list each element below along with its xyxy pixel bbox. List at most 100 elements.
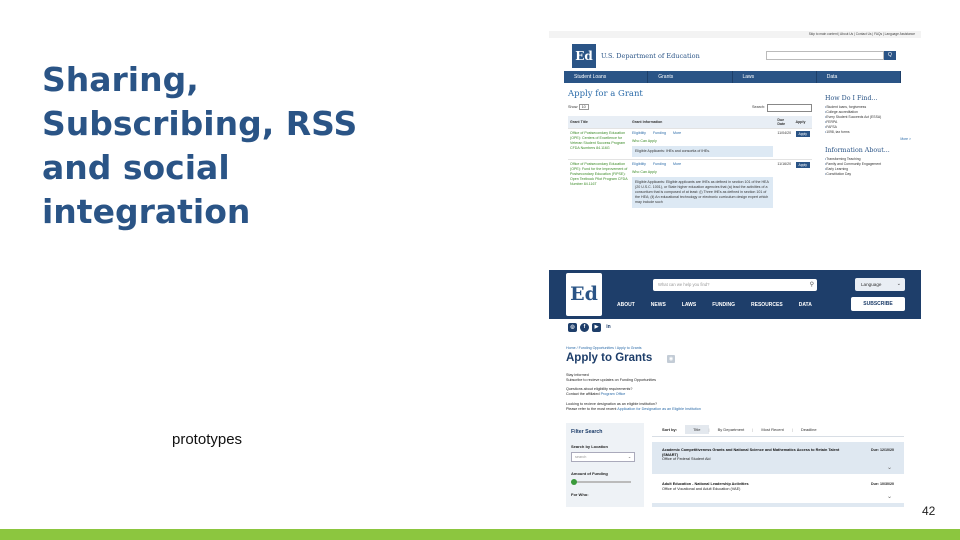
information-about-heading: Information About... <box>825 147 890 154</box>
col-apply: Apply <box>793 116 812 129</box>
facebook-icon[interactable]: f <box>580 323 589 332</box>
site-search-input[interactable]: What can we help you find? ⚲ <box>653 279 817 291</box>
site-search-input[interactable] <box>766 51 884 60</box>
subscribe-button[interactable]: SUBSCRIBE <box>851 297 905 311</box>
social-links: ◎ f ▶ in <box>568 323 616 332</box>
youtube-icon[interactable]: ▶ <box>592 323 601 332</box>
show-entries[interactable]: Show 10 <box>568 104 589 110</box>
nav-item-student-loans[interactable]: Student Loans <box>564 71 649 83</box>
chevron-down-icon: ⌄ <box>896 281 901 287</box>
nav-item-news[interactable]: NEWS <box>651 300 666 310</box>
sort-option-deadline[interactable]: Deadline <box>793 425 825 434</box>
col-due-date[interactable]: Due Date <box>775 116 794 129</box>
stay-informed: Stay informed Subscribe to recieve updat… <box>566 373 866 383</box>
program-office-link[interactable]: Program Office <box>601 392 626 396</box>
grant-title-link[interactable]: Office of Postsecondary Education (OPE):… <box>568 159 630 210</box>
nav-item-data[interactable]: Data <box>817 71 901 83</box>
language-select[interactable]: Language ⌄ <box>855 278 905 291</box>
search-placeholder: What can we help you find? <box>658 282 710 287</box>
eligibility-questions: Questions about eligibility requirements… <box>566 387 866 397</box>
nav-item-grants[interactable]: Grants <box>648 71 733 83</box>
show-select[interactable]: 10 <box>578 104 589 110</box>
location-select[interactable]: search ⌄ <box>571 452 635 462</box>
rss-icon[interactable]: ◉ <box>667 355 675 363</box>
eligible-applicants: Eligible Applicants: IHEs and consortia … <box>632 146 774 157</box>
nav-item-funding[interactable]: FUNDING <box>712 300 735 310</box>
designation-application-link[interactable]: Application for Designation as an Eligib… <box>617 407 701 411</box>
language-label: Language <box>861 282 882 287</box>
filter-panel: Filter Search Search by Location search … <box>566 423 644 507</box>
nav-item-resources[interactable]: RESOURCES <box>751 300 783 310</box>
filter-title: Filter Search <box>571 429 603 435</box>
list-item[interactable]: Adult Education - National Leadership Ac… <box>652 476 904 507</box>
funding-slider[interactable] <box>571 479 631 485</box>
ed-logo-text: Ed <box>570 283 598 305</box>
sidebar-link[interactable]: 1098, tax forms <box>825 130 911 135</box>
prototypes-caption: prototypes <box>172 431 243 448</box>
ed-logo[interactable]: Ed <box>572 44 596 68</box>
agency-name[interactable]: U.S. Department of Education <box>601 52 700 60</box>
result-due: Due: 12/10/20 <box>871 448 894 452</box>
show-label: Show <box>568 105 578 109</box>
main-nav: Student Loans Grants Laws Data <box>564 71 901 83</box>
subscribe-text: Subscribe to recieve updates on Funding … <box>566 377 656 382</box>
designation-info: Looking to recieve designation as an eli… <box>566 402 866 412</box>
nav-item-laws[interactable]: Laws <box>733 71 817 83</box>
ed-logo-text: Ed <box>575 49 593 63</box>
search-icon[interactable]: ⚲ <box>810 279 814 291</box>
instagram-icon[interactable]: ◎ <box>568 323 577 332</box>
funding-link[interactable]: Funding <box>653 162 666 166</box>
who-can-apply-link[interactable]: Who Can Apply <box>632 139 773 143</box>
new-site-screenshot: Ed What can we help you find? ⚲ Language… <box>549 270 921 507</box>
more-link[interactable]: More > <box>825 137 911 141</box>
bottom-accent-bar <box>0 529 960 540</box>
chevron-down-icon: ⌄ <box>627 455 631 459</box>
nav-item-laws[interactable]: LAWS <box>682 300 696 310</box>
who-can-apply-link[interactable]: Who Can Apply <box>632 170 773 174</box>
old-site-screenshot: Skip to main content | About Us | Contac… <box>549 31 921 245</box>
ed-logo[interactable]: Ed <box>566 273 602 316</box>
nav-item-data[interactable]: DATA <box>799 300 812 310</box>
nav-item-about[interactable]: ABOUT <box>617 300 635 310</box>
chevron-down-icon[interactable]: ⌄ <box>887 495 892 501</box>
result-office: Office of Vocational and Adult Education… <box>662 486 741 491</box>
search-icon[interactable]: Q <box>884 51 896 60</box>
sidebar-link[interactable]: Constitution Day <box>825 172 911 177</box>
slide-title: Sharing, Subscribing, RSS and social int… <box>42 60 358 231</box>
page-title: Apply to Grants <box>566 352 653 364</box>
table-search-label: Search: <box>752 105 766 109</box>
sort-option-title[interactable]: Title <box>685 425 709 434</box>
sort-option-department[interactable]: By Department <box>710 425 753 434</box>
eligible-applicants: Eligible Applicants: Eligible applicants… <box>632 177 774 208</box>
breadcrumb[interactable]: Home / Funding Opportunities / Apply to … <box>566 346 642 350</box>
due-date: 11/04/20 <box>775 128 794 160</box>
more-link[interactable]: More <box>673 162 681 166</box>
funding-link[interactable]: Funding <box>653 131 666 135</box>
utility-links[interactable]: Skip to main content | About Us | Contac… <box>549 31 921 38</box>
col-grant-title[interactable]: Grant Title <box>568 116 630 129</box>
table-row: Office of Postsecondary Education (OPE):… <box>568 128 812 160</box>
slide-number: 42 <box>922 504 936 518</box>
linkedin-icon[interactable]: in <box>604 323 613 332</box>
sort-option-recent[interactable]: Most Recent <box>753 425 791 434</box>
location-placeholder: search <box>575 455 587 459</box>
result-office: Office of Federal Student Aid <box>662 457 711 462</box>
sort-label: Sort by: <box>662 427 678 432</box>
apply-button[interactable]: Apply <box>795 131 810 137</box>
sort-bar: Sort by: Title | By Department | Most Re… <box>652 423 904 437</box>
result-title[interactable]: Academic Competitiveness Grants and Nati… <box>662 448 847 457</box>
slider-handle[interactable] <box>571 479 577 485</box>
location-label: Search by Location <box>571 444 608 449</box>
apply-button[interactable]: Apply <box>795 162 810 168</box>
eligibility-link[interactable]: Eligibility <box>632 131 646 135</box>
chevron-down-icon[interactable]: ⌄ <box>887 466 892 472</box>
main-nav: ABOUT NEWS LAWS FUNDING RESOURCES DATA <box>617 300 828 310</box>
table-row: Office of Postsecondary Education (OPE):… <box>568 159 812 210</box>
list-item[interactable]: Academic Competitiveness Grants and Nati… <box>652 442 904 474</box>
grant-title-link[interactable]: Office of Postsecondary Education (OPE):… <box>568 128 630 160</box>
table-search-input[interactable] <box>767 104 812 112</box>
for-who-label: For Who: <box>571 492 589 497</box>
more-link[interactable]: More <box>673 131 681 135</box>
funding-label: Amount of Funding <box>571 471 608 476</box>
eligibility-link[interactable]: Eligibility <box>632 162 646 166</box>
